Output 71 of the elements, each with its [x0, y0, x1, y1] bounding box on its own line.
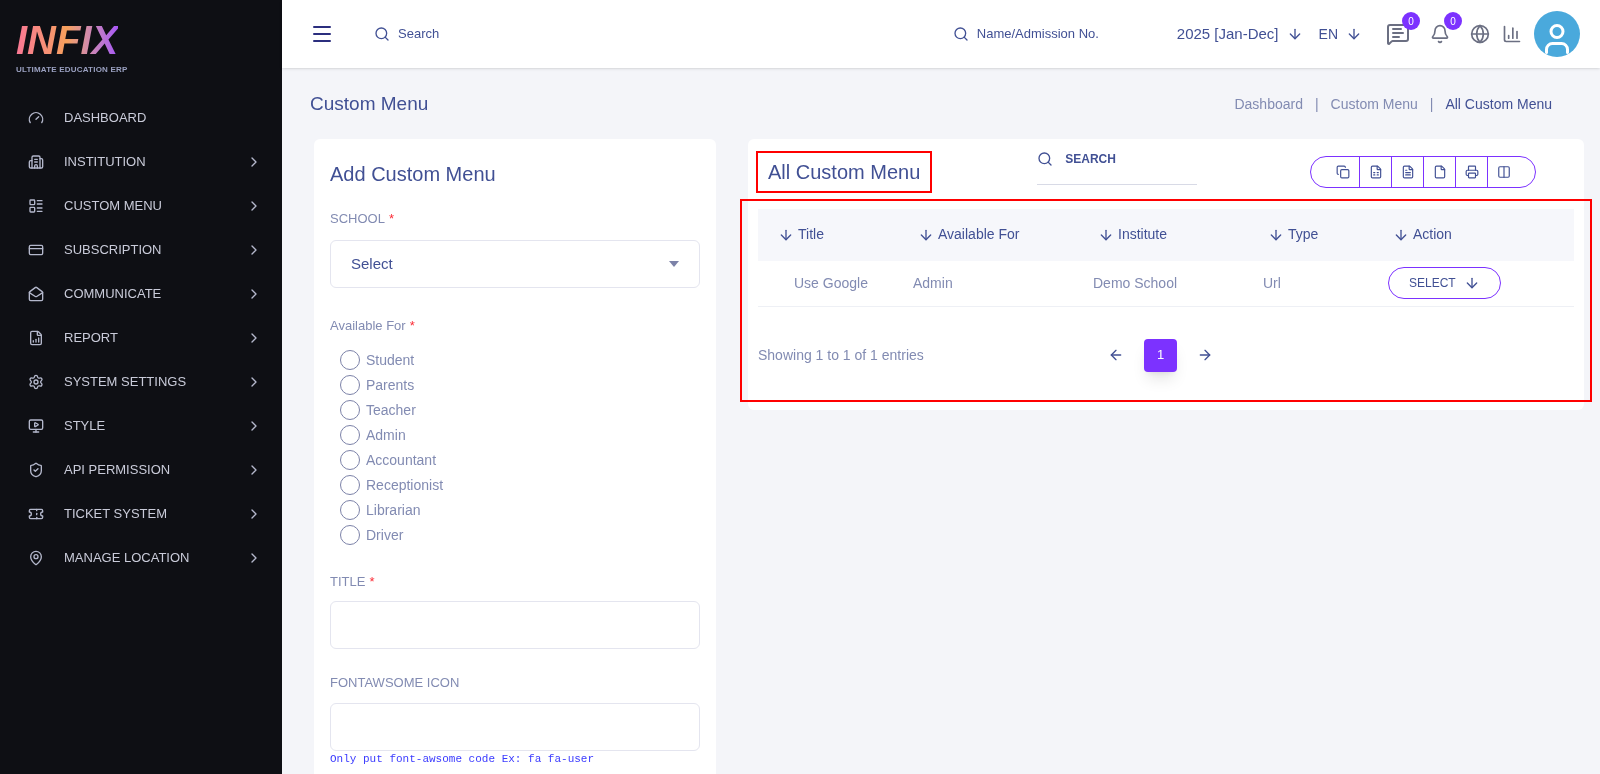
- caret-icon: [669, 261, 679, 267]
- column-header[interactable]: Title: [758, 224, 918, 245]
- available-for-label: Available For: [330, 317, 406, 335]
- shield-icon: [28, 462, 44, 478]
- message-icon[interactable]: [1386, 22, 1410, 46]
- sidebar-item[interactable]: API PERMISSION: [0, 448, 282, 492]
- required-mark: *: [369, 572, 375, 591]
- sidebar-item[interactable]: COMMUNICATE: [0, 272, 282, 316]
- sidebar-item[interactable]: SUBSCRIPTION: [0, 228, 282, 272]
- ticket-icon: [28, 506, 44, 522]
- hint-text: Only put font-awsome code Ex: fa fa-user: [330, 752, 596, 766]
- table-cell-text: Admin: [913, 273, 954, 293]
- pin-icon: [28, 550, 44, 566]
- count-badge: 0: [1444, 12, 1462, 30]
- title-label: TITLE: [330, 572, 366, 591]
- next-icon[interactable]: [1197, 347, 1213, 363]
- report-icon: [28, 330, 44, 346]
- gauge-icon: [28, 110, 44, 126]
- radio-option[interactable]: Teacher: [340, 397, 700, 423]
- highlight-frame: All Custom Menu: [756, 150, 933, 193]
- icon-input[interactable]: [330, 702, 700, 751]
- sidebar-item[interactable]: TICKET SYSTEM: [0, 492, 282, 536]
- school-label: SCHOOL: [330, 209, 385, 228]
- sidebar-item[interactable]: CUSTOM MENU: [0, 184, 282, 228]
- entries-summary: Showing 1 to 1 of 1 entries: [758, 345, 925, 365]
- table-cell-text: Url: [1263, 273, 1282, 293]
- language-dropdown[interactable]: EN: [1318, 23, 1362, 45]
- required-mark: *: [409, 317, 415, 335]
- student-search-field[interactable]: Name/Admission No.: [952, 24, 1153, 44]
- column-header[interactable]: Type: [1268, 224, 1393, 245]
- page-title: Custom Menu: [310, 92, 429, 116]
- session-dropdown[interactable]: 2025 [Jan-Dec]: [1176, 22, 1303, 46]
- list-icon: [28, 198, 44, 214]
- building-icon: [28, 154, 44, 170]
- sidebar-item[interactable]: INSTITUTION: [0, 140, 282, 184]
- title-input[interactable]: [330, 601, 700, 649]
- required-mark: *: [388, 209, 394, 228]
- table-cell-text: Use Google: [793, 273, 869, 293]
- column-header[interactable]: Action: [1393, 224, 1574, 245]
- form-title: Add Custom Menu: [330, 161, 497, 187]
- table-search-field[interactable]: SEARCH: [1037, 150, 1198, 185]
- sidebar-item[interactable]: REPORT: [0, 316, 282, 360]
- bell-icon[interactable]: [1430, 24, 1450, 44]
- icon-label: FONTAWSOME ICON: [330, 674, 461, 692]
- search-field[interactable]: Search: [374, 24, 574, 44]
- column-header[interactable]: Available For: [918, 224, 1098, 245]
- monitor-icon: [28, 418, 44, 434]
- logo-tagline: ULTIMATE EDUCATION ERP: [16, 64, 129, 76]
- gear-icon: [28, 374, 44, 390]
- globe-icon[interactable]: [1470, 24, 1490, 44]
- search-icon: [374, 26, 390, 42]
- sidebar-item[interactable]: MANAGE LOCATION: [0, 536, 282, 580]
- column-header[interactable]: Institute: [1098, 224, 1268, 245]
- avatar[interactable]: [1534, 11, 1580, 57]
- card-icon: [28, 242, 44, 258]
- sidebar-item[interactable]: DASHBOARD: [0, 96, 282, 140]
- search-icon: [952, 26, 969, 42]
- breadcrumb-link[interactable]: All Custom Menu: [1445, 93, 1552, 115]
- chart-icon[interactable]: [1502, 24, 1522, 44]
- count-badge: 0: [1402, 12, 1420, 30]
- table-cell-text: Demo School: [1093, 273, 1179, 293]
- search-icon: [1037, 151, 1054, 167]
- breadcrumb-separator: |: [1314, 94, 1319, 114]
- sidebar-item[interactable]: STYLE: [0, 404, 282, 448]
- breadcrumb-separator: |: [1429, 94, 1434, 114]
- school-select[interactable]: Select: [330, 240, 700, 288]
- sidebar-item[interactable]: SYSTEM SETTINGS: [0, 360, 282, 404]
- page-button[interactable]: 1: [1144, 338, 1177, 372]
- radio-option[interactable]: Student: [340, 347, 700, 373]
- envelope-icon: [28, 286, 44, 302]
- previous-icon[interactable]: [1108, 347, 1124, 363]
